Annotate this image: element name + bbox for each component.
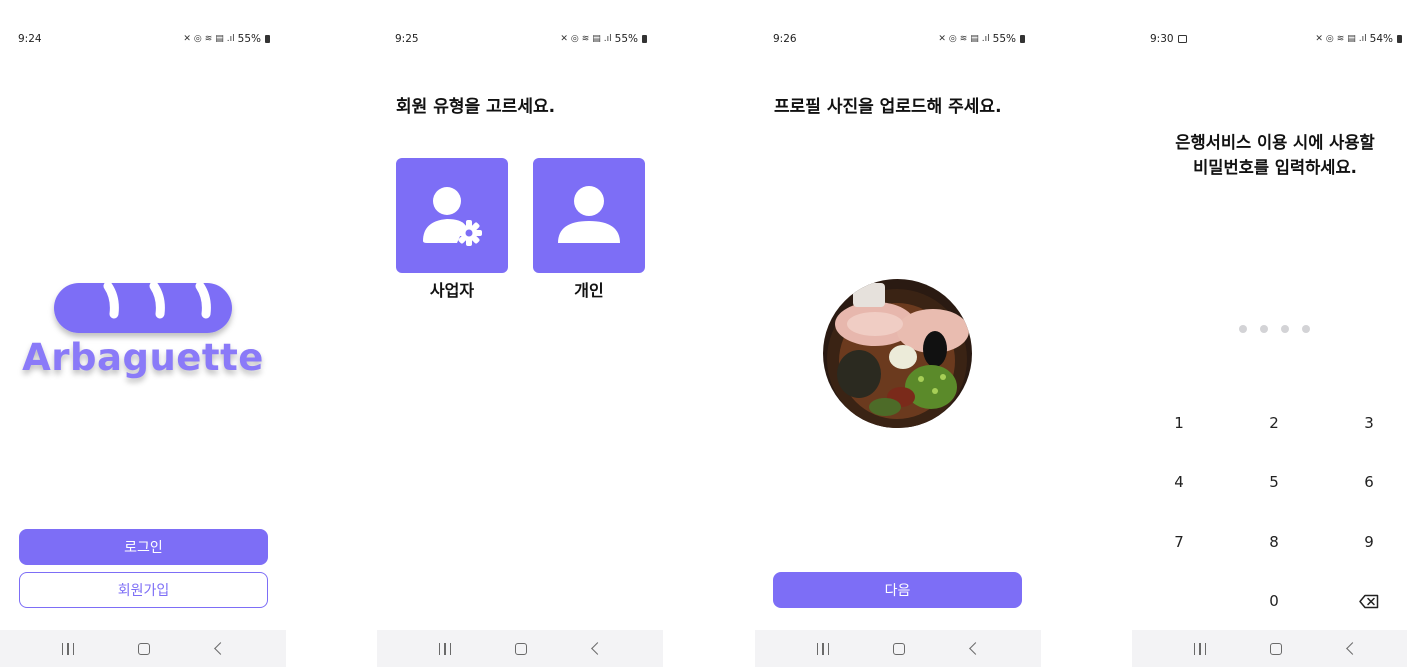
login-button[interactable]: 로그인 bbox=[19, 529, 268, 565]
pin-dot bbox=[1281, 325, 1289, 333]
keypad-key-5[interactable]: 5 bbox=[1254, 467, 1294, 497]
page-title: 회원 유형을 고르세요. bbox=[396, 97, 556, 117]
ramen-photo-image bbox=[823, 279, 972, 428]
next-button[interactable]: 다음 bbox=[773, 572, 1022, 608]
home-icon[interactable] bbox=[514, 642, 527, 655]
page-title: 은행서비스 이용 시에 사용할 비밀번호를 입력하세요. bbox=[1132, 130, 1407, 180]
signal-icon: .ıl bbox=[1358, 34, 1367, 44]
app-logo-text: Arbaguette bbox=[22, 336, 264, 379]
pin-dot bbox=[1302, 325, 1310, 333]
navigation-bar bbox=[1132, 630, 1407, 667]
battery-percent: 55% bbox=[992, 33, 1016, 45]
lte-icon: ▤ bbox=[215, 34, 224, 44]
signal-icon: .ıl bbox=[603, 34, 612, 44]
status-bar: 9:24 ✕ ◎ ≋ ▤ .ıl 55% bbox=[18, 31, 270, 47]
navigation-bar bbox=[377, 630, 663, 667]
battery-icon bbox=[265, 35, 270, 43]
signup-button[interactable]: 회원가입 bbox=[19, 572, 268, 608]
keypad-key-2[interactable]: 2 bbox=[1254, 408, 1294, 438]
battery-icon bbox=[1397, 35, 1402, 43]
signal-icon: .ıl bbox=[226, 34, 235, 44]
keypad-key-6[interactable]: 6 bbox=[1349, 467, 1389, 497]
keypad-key-9[interactable]: 9 bbox=[1349, 527, 1389, 557]
lte-icon: ▤ bbox=[1347, 34, 1356, 44]
status-time: 9:25 bbox=[395, 33, 419, 45]
signal-icon: .ıl bbox=[981, 34, 990, 44]
status-time: 9:26 bbox=[773, 33, 797, 45]
profile-photo[interactable] bbox=[823, 279, 972, 428]
status-time: 9:24 bbox=[18, 33, 42, 45]
recents-icon[interactable] bbox=[61, 642, 75, 655]
lte-icon: ▤ bbox=[592, 34, 601, 44]
pin-entry-screen: 9:30 ✕ ◎ ≋ ▤ .ıl 54% 은행서비스 이용 시에 사용할 비밀번… bbox=[1132, 0, 1407, 667]
wifi-icon: ≋ bbox=[1336, 34, 1345, 44]
business-type-label: 사업자 bbox=[429, 281, 475, 300]
hotspot-icon: ◎ bbox=[948, 34, 957, 44]
pin-indicator bbox=[1239, 325, 1310, 333]
page-title: 프로필 사진을 업로드해 주세요. bbox=[774, 97, 1002, 117]
home-icon[interactable] bbox=[1269, 642, 1282, 655]
member-type-screen: 9:25 ✕ ◎ ≋ ▤ .ıl 55% 회원 유형을 고르세요. 사업자 개인 bbox=[377, 0, 663, 667]
person-icon bbox=[558, 185, 620, 243]
personal-type-label: 개인 bbox=[574, 281, 604, 300]
mute-icon: ✕ bbox=[183, 34, 191, 44]
navigation-bar bbox=[755, 630, 1041, 667]
recents-icon[interactable] bbox=[1193, 642, 1207, 655]
recents-icon[interactable] bbox=[816, 642, 830, 655]
pin-title-line2: 비밀번호를 입력하세요. bbox=[1193, 158, 1357, 177]
mute-icon: ✕ bbox=[938, 34, 946, 44]
keypad-key-8[interactable]: 8 bbox=[1254, 527, 1294, 557]
gallery-icon bbox=[1177, 35, 1187, 43]
back-icon[interactable] bbox=[213, 642, 225, 656]
back-icon[interactable] bbox=[968, 642, 980, 656]
status-time: 9:30 bbox=[1150, 33, 1174, 45]
battery-percent: 55% bbox=[614, 33, 638, 45]
profile-photo-screen: 9:26 ✕ ◎ ≋ ▤ .ıl 55% 프로필 사진을 업로드해 주세요. 다… bbox=[755, 0, 1041, 667]
business-user-gear-icon bbox=[423, 186, 482, 246]
battery-icon bbox=[1020, 35, 1025, 43]
status-bar: 9:30 ✕ ◎ ≋ ▤ .ıl 54% bbox=[1150, 31, 1402, 47]
battery-percent: 55% bbox=[237, 33, 261, 45]
wifi-icon: ≋ bbox=[959, 34, 968, 44]
hotspot-icon: ◎ bbox=[1325, 34, 1334, 44]
splash-screen: 9:24 ✕ ◎ ≋ ▤ .ıl 55% Arbaguette 로그인 회원가입 bbox=[0, 0, 286, 667]
hotspot-icon: ◎ bbox=[193, 34, 202, 44]
status-bar: 9:25 ✕ ◎ ≋ ▤ .ıl 55% bbox=[395, 31, 647, 47]
pin-dot bbox=[1260, 325, 1268, 333]
home-icon[interactable] bbox=[137, 642, 150, 655]
navigation-bar bbox=[0, 630, 286, 667]
keypad-key-3[interactable]: 3 bbox=[1349, 408, 1389, 438]
battery-percent: 54% bbox=[1369, 33, 1393, 45]
pin-dot bbox=[1239, 325, 1247, 333]
business-type-card[interactable] bbox=[396, 158, 508, 273]
wifi-icon: ≋ bbox=[581, 34, 590, 44]
backspace-icon bbox=[1359, 594, 1379, 608]
back-icon[interactable] bbox=[590, 642, 602, 656]
backspace-key[interactable] bbox=[1349, 586, 1389, 616]
wifi-icon: ≋ bbox=[204, 34, 213, 44]
keypad-key-0[interactable]: 0 bbox=[1254, 586, 1294, 616]
lte-icon: ▤ bbox=[970, 34, 979, 44]
personal-type-card[interactable] bbox=[533, 158, 645, 273]
recents-icon[interactable] bbox=[438, 642, 452, 655]
battery-icon bbox=[642, 35, 647, 43]
hotspot-icon: ◎ bbox=[570, 34, 579, 44]
keypad-key-7[interactable]: 7 bbox=[1159, 527, 1199, 557]
status-bar: 9:26 ✕ ◎ ≋ ▤ .ıl 55% bbox=[773, 31, 1025, 47]
keypad-key-1[interactable]: 1 bbox=[1159, 408, 1199, 438]
mute-icon: ✕ bbox=[560, 34, 568, 44]
home-icon[interactable] bbox=[892, 642, 905, 655]
mute-icon: ✕ bbox=[1315, 34, 1323, 44]
back-icon[interactable] bbox=[1345, 642, 1357, 656]
pin-title-line1: 은행서비스 이용 시에 사용할 bbox=[1175, 133, 1375, 152]
keypad-key-4[interactable]: 4 bbox=[1159, 467, 1199, 497]
